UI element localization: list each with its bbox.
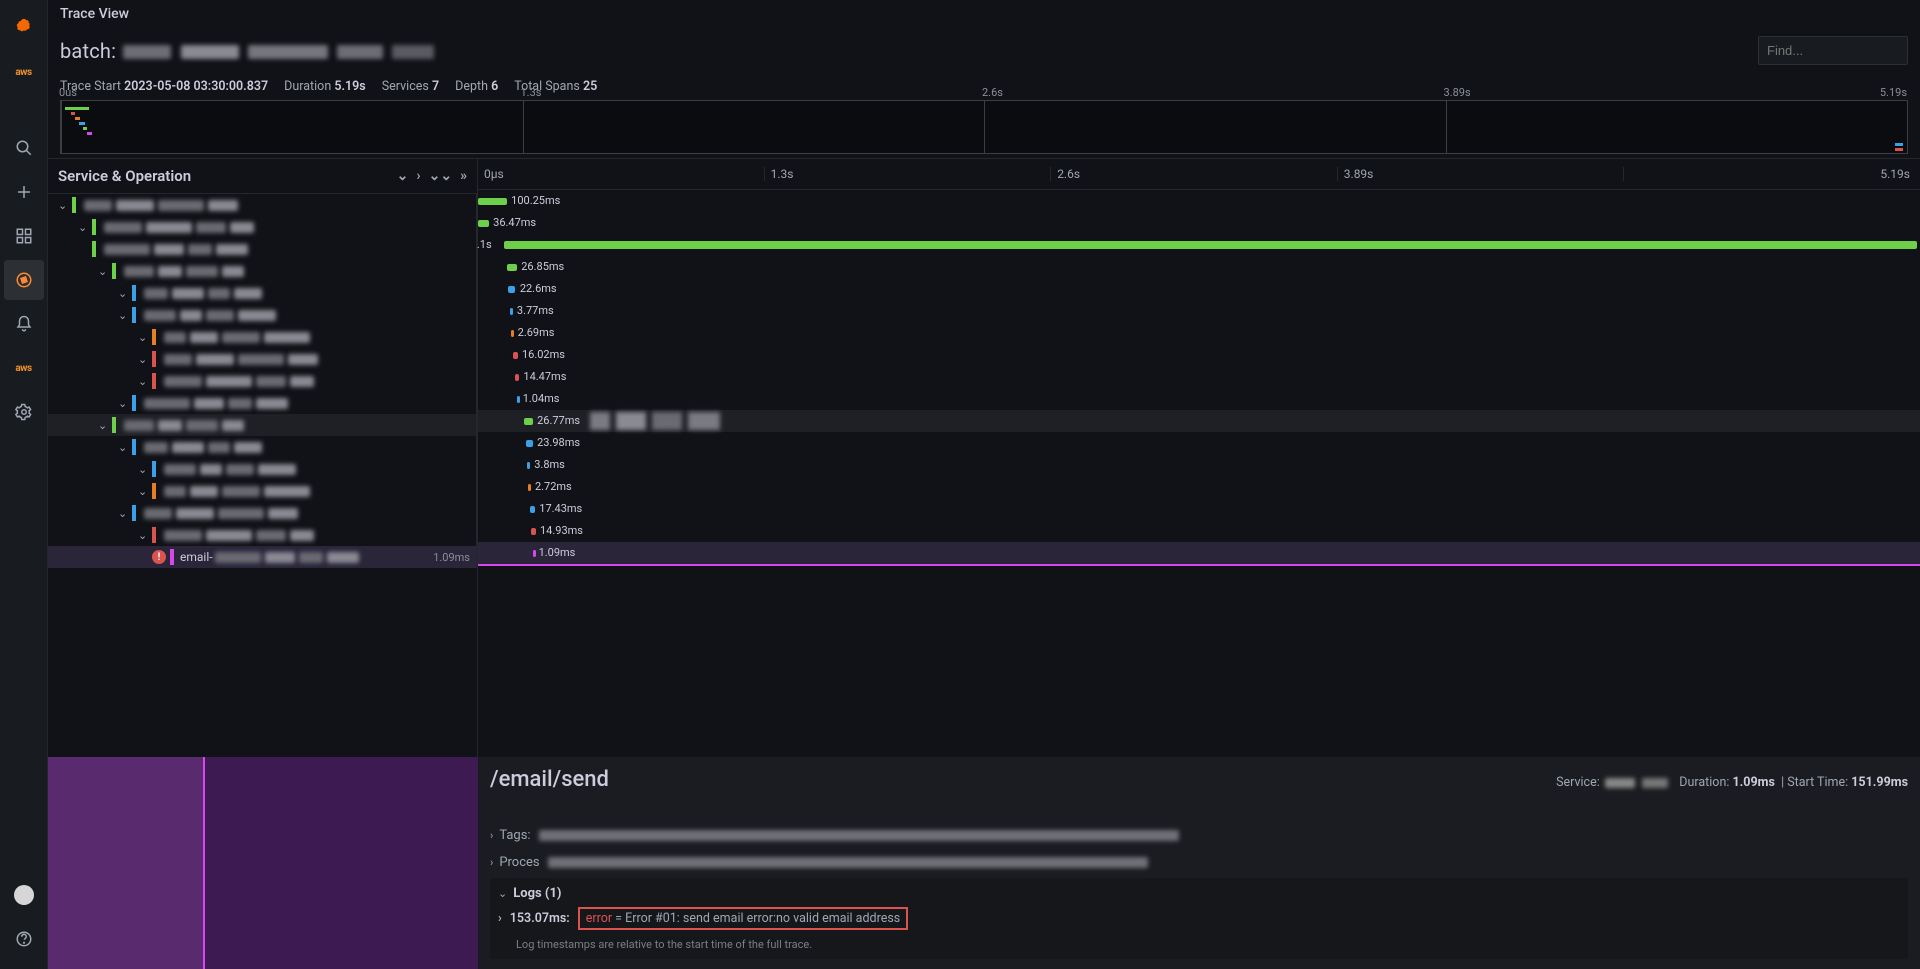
span-tree-row[interactable] xyxy=(48,238,477,260)
sidebar: aws aws xyxy=(0,0,48,969)
chevron-down-icon[interactable]: ⌄ xyxy=(98,265,112,278)
span-tree-row[interactable]: ⌄ xyxy=(48,502,477,524)
span-tree: ⌄ ⌄ ⌄ ⌄ ⌄ ⌄ ⌄ ⌄ ⌄ ⌄ ⌄ ⌄ ⌄ ⌄ ⌄ !email-1.09ms xyxy=(48,194,477,568)
detail-process-row[interactable]: › Proces xyxy=(490,849,1908,876)
expand-one-icon[interactable]: › xyxy=(416,168,420,184)
chevron-down-icon[interactable]: ⌄ xyxy=(118,397,132,410)
chevron-right-icon[interactable]: › xyxy=(490,856,493,869)
help-icon[interactable] xyxy=(4,919,44,959)
span-bar-row[interactable]: 26.85ms xyxy=(478,256,1920,278)
chevron-down-icon[interactable]: ⌄ xyxy=(138,485,152,498)
chevron-down-icon[interactable]: ⌄ xyxy=(498,887,507,900)
timeline-ruler: 0μs1.3s2.6s3.89s5.19s xyxy=(478,158,1920,190)
find-input[interactable] xyxy=(1758,36,1908,65)
aws-datasource-icon[interactable]: aws xyxy=(4,348,44,388)
plus-icon[interactable] xyxy=(4,172,44,212)
error-icon: ! xyxy=(152,550,166,564)
chevron-down-icon[interactable]: ⌄ xyxy=(138,463,152,476)
span-bar-row[interactable]: 14.47ms xyxy=(478,366,1920,388)
log-error-highlight: error = Error #01: send email error:no v… xyxy=(578,907,909,930)
span-tree-row[interactable]: ⌄ xyxy=(48,480,477,502)
span-detail xyxy=(478,564,1920,566)
span-tree-row[interactable]: ⌄ xyxy=(48,414,477,436)
span-bar-row[interactable]: 17.43ms xyxy=(478,498,1920,520)
span-tree-row[interactable]: ⌄ xyxy=(48,524,477,546)
span-bar-row[interactable]: 22.6ms xyxy=(478,278,1920,300)
collapse-all-icon[interactable]: ⌄⌄ xyxy=(429,168,452,184)
span-tree-row[interactable]: ⌄ xyxy=(48,216,477,238)
span-tree-row[interactable]: ⌄ xyxy=(48,304,477,326)
span-tree-row[interactable]: ⌄ xyxy=(48,392,477,414)
span-bar-row[interactable]: 16.02ms xyxy=(478,344,1920,366)
explore-icon[interactable] xyxy=(4,260,44,300)
aws-icon[interactable]: aws xyxy=(4,52,44,92)
service-operation-header: Service & Operation ⌄ › ⌄⌄ » xyxy=(48,158,477,194)
span-bar-row[interactable]: 3.8ms xyxy=(478,454,1920,476)
span-tree-row[interactable]: ⌄ xyxy=(48,326,477,348)
chevron-down-icon[interactable]: ⌄ xyxy=(138,353,152,366)
chevron-down-icon[interactable]: ⌄ xyxy=(98,419,112,432)
trace-title: batch: xyxy=(60,39,436,63)
span-tree-row[interactable]: ⌄ xyxy=(48,194,477,216)
span-bar-row[interactable]: 100.25ms xyxy=(478,190,1920,212)
span-tree-row[interactable]: ⌄ xyxy=(48,370,477,392)
log-entry[interactable]: › 153.07ms: error = Error #01: send emai… xyxy=(498,903,1900,934)
main-panel: Trace View batch: Trace Start 2023-05-08… xyxy=(48,0,1920,969)
chevron-down-icon[interactable]: ⌄ xyxy=(118,507,132,520)
collapse-one-icon[interactable]: ⌄ xyxy=(397,168,409,184)
log-hint: Log timestamps are relative to the start… xyxy=(498,934,1900,953)
chevron-down-icon[interactable]: ⌄ xyxy=(138,375,152,388)
span-bar-row[interactable]: .1s xyxy=(478,234,1920,256)
span-bar-row[interactable]: 36.47ms xyxy=(478,212,1920,234)
alerting-icon[interactable] xyxy=(4,304,44,344)
span-bar-row[interactable]: 26.77ms xyxy=(478,410,1920,432)
chevron-down-icon[interactable]: ⌄ xyxy=(118,287,132,300)
span-bar-row[interactable]: 2.69ms xyxy=(478,322,1920,344)
dashboards-icon[interactable] xyxy=(4,216,44,256)
span-detail-panel: /email/send Service: Duration: 1.09ms | … xyxy=(48,757,1920,969)
span-tree-row[interactable]: !email-1.09ms xyxy=(48,546,477,568)
span-tree-row[interactable]: ⌄ xyxy=(48,260,477,282)
span-tree-row[interactable]: ⌄ xyxy=(48,436,477,458)
span-bar-row[interactable]: 2.72ms xyxy=(478,476,1920,498)
span-tree-row[interactable]: ⌄ xyxy=(48,348,477,370)
chevron-down-icon[interactable]: ⌄ xyxy=(58,199,72,212)
chevron-right-icon[interactable]: › xyxy=(490,829,493,842)
chevron-down-icon[interactable]: ⌄ xyxy=(138,529,152,542)
span-bars: 100.25ms36.47ms.1s26.85ms22.6ms3.77ms2.6… xyxy=(478,190,1920,564)
span-bar-row[interactable]: 3.77ms xyxy=(478,300,1920,322)
page-title: Trace View xyxy=(48,0,1920,28)
chevron-right-icon[interactable]: › xyxy=(498,911,502,926)
chevron-down-icon[interactable]: ⌄ xyxy=(118,441,132,454)
span-bar-row[interactable]: 23.98ms xyxy=(478,432,1920,454)
trace-minimap[interactable]: 0us1.3s2.6s3.89s5.19s xyxy=(60,100,1908,154)
span-bar-row[interactable]: 1.09ms xyxy=(478,542,1920,564)
span-tree-row[interactable]: ⌄ xyxy=(48,282,477,304)
user-avatar[interactable] xyxy=(4,875,44,915)
chevron-down-icon[interactable]: ⌄ xyxy=(118,309,132,322)
detail-logs: ⌄ Logs (1) › 153.07ms: error = Error #01… xyxy=(490,878,1908,959)
expand-all-icon[interactable]: » xyxy=(460,168,467,184)
span-bar-row[interactable]: 14.93ms xyxy=(478,520,1920,542)
search-icon[interactable] xyxy=(4,128,44,168)
detail-tags-row[interactable]: › Tags: xyxy=(490,822,1908,849)
span-bar-row[interactable]: 1.04ms xyxy=(478,388,1920,410)
detail-title: /email/send xyxy=(490,767,609,792)
chevron-down-icon[interactable]: ⌄ xyxy=(138,331,152,344)
settings-icon[interactable] xyxy=(4,392,44,432)
chevron-down-icon[interactable]: ⌄ xyxy=(78,221,92,234)
span-tree-row[interactable]: ⌄ xyxy=(48,458,477,480)
grafana-logo-icon[interactable] xyxy=(4,8,44,48)
